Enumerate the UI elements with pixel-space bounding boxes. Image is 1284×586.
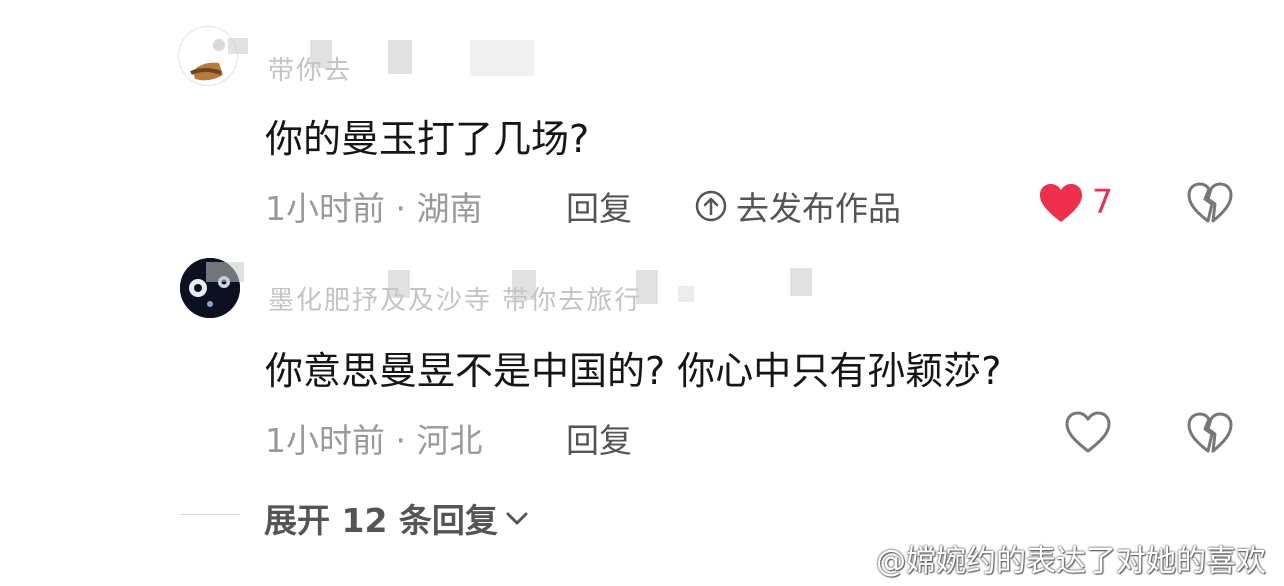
blur-mask xyxy=(512,270,536,300)
publish-work-button[interactable]: 去发布作品 xyxy=(694,182,901,230)
comment-text: 你意思曼昱不是中国的? 你心中只有孙颖莎? xyxy=(265,349,1002,393)
blur-mask xyxy=(206,262,244,282)
reply-button[interactable]: 回复 xyxy=(566,182,632,230)
blur-mask xyxy=(790,268,812,296)
blur-mask xyxy=(678,286,694,302)
broken-heart-icon xyxy=(1186,412,1234,454)
username[interactable]: 墨化肥抒及及沙寺 带你去旅行 xyxy=(268,280,642,317)
like-count: 7 xyxy=(1092,182,1113,221)
heart-filled-icon xyxy=(1038,182,1084,224)
dislike-button[interactable] xyxy=(1186,412,1234,454)
weibo-logo-icon xyxy=(834,543,870,573)
like-button[interactable] xyxy=(1064,410,1112,454)
expand-replies-label: 展开 12 条回复 xyxy=(264,501,498,540)
blur-mask xyxy=(388,270,410,298)
reply-button[interactable]: 回复 xyxy=(566,414,632,462)
chevron-down-icon xyxy=(504,508,530,528)
watermark: @嫦婉约的表达了对她的喜欢 xyxy=(834,536,1266,580)
divider xyxy=(180,514,240,515)
like-button[interactable] xyxy=(1038,182,1084,224)
blur-mask xyxy=(470,40,534,76)
comment-text: 你的曼玉打了几场? xyxy=(265,117,590,161)
dislike-button[interactable] xyxy=(1186,182,1234,224)
broken-heart-icon xyxy=(1186,182,1234,224)
blur-mask xyxy=(228,38,248,54)
avatar[interactable] xyxy=(178,26,238,86)
publish-work-label: 去发布作品 xyxy=(736,189,901,228)
blur-mask xyxy=(636,270,658,304)
expand-replies-button[interactable]: 展开 12 条回复 xyxy=(264,494,530,542)
blur-mask xyxy=(388,40,412,74)
comment-meta: 1小时前 · 湖南 xyxy=(265,189,483,228)
comment-meta: 1小时前 · 河北 xyxy=(265,421,483,460)
upload-arrow-icon xyxy=(694,189,728,223)
watermark-text: @嫦婉约的表达了对她的喜欢 xyxy=(876,544,1266,579)
heart-outline-icon xyxy=(1064,410,1112,454)
blur-mask xyxy=(310,40,332,68)
